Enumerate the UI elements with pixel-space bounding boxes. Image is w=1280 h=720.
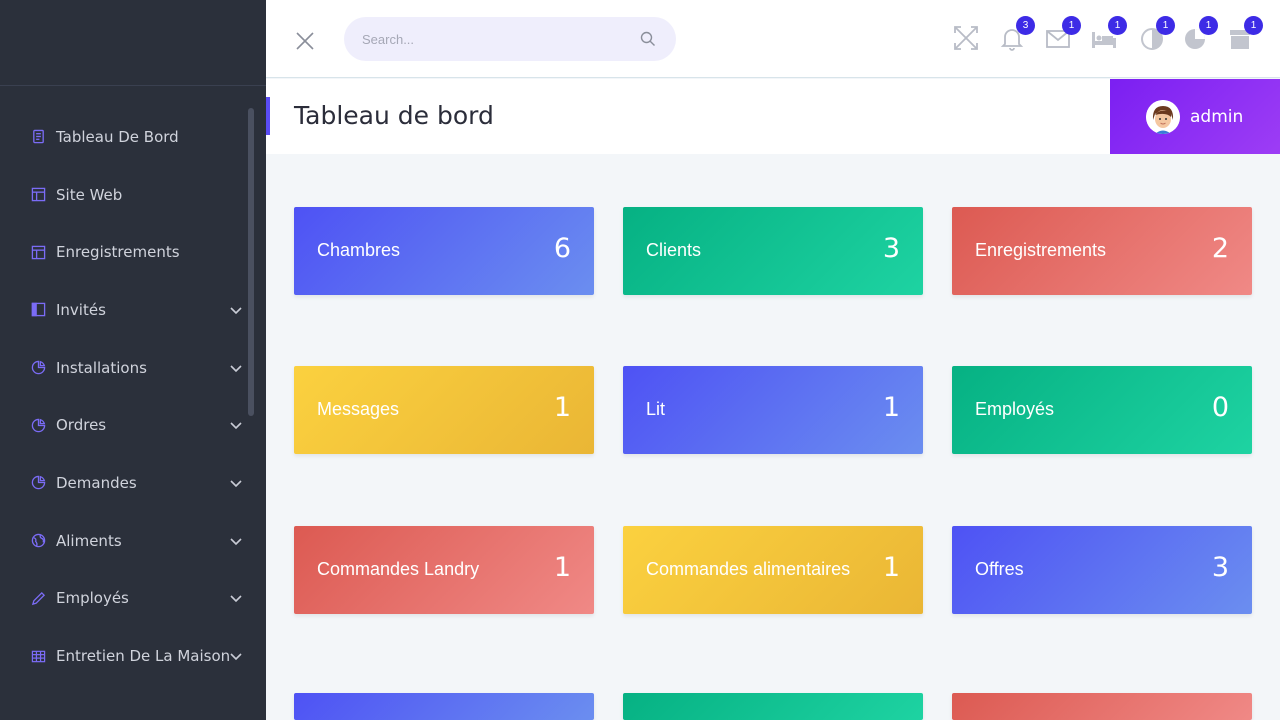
pencil-icon: [30, 590, 46, 606]
stat-card-commandes-alimentaires[interactable]: Commandes alimentaires 1: [623, 526, 923, 614]
chevron-down-icon: [229, 591, 243, 605]
sidebar-item-installations[interactable]: Installations: [0, 339, 248, 397]
chevron-down-icon: [229, 534, 243, 548]
bed-icon[interactable]: 1: [1090, 16, 1127, 52]
stat-card-offres[interactable]: Offres 3: [952, 526, 1252, 614]
stat-card-employes[interactable]: Employés 0: [952, 366, 1252, 454]
sidebar-item-entretien[interactable]: Entretien De La Maison: [0, 627, 248, 685]
search-icon[interactable]: [640, 31, 656, 47]
stat-card-clients[interactable]: Clients 3: [623, 207, 923, 295]
pie-chart-icon: [30, 417, 46, 433]
sidebar-menu: Tableau De Bord Site Web Enregistrements…: [0, 108, 248, 685]
document-icon: [30, 129, 46, 145]
pie-icon[interactable]: 1: [1181, 16, 1218, 52]
stat-card-lit[interactable]: Lit 1: [623, 366, 923, 454]
sidebar-item-enregistrements[interactable]: Enregistrements: [0, 223, 248, 281]
search-bar: [344, 17, 676, 61]
card-value: 3: [882, 233, 900, 264]
avatar: [1146, 99, 1180, 134]
sidebar-item-invites[interactable]: Invités: [0, 281, 248, 339]
notification-badge: 1: [1199, 16, 1218, 35]
card-value: 1: [882, 392, 900, 423]
stat-card-partial[interactable]: [294, 693, 594, 720]
user-menu[interactable]: admin: [1110, 79, 1280, 154]
card-label: Clients: [646, 240, 702, 260]
stat-card-enregistrements[interactable]: Enregistrements 2: [952, 207, 1252, 295]
card-label: Employés: [975, 399, 1055, 419]
topbar: 3 1 1 1 1 1: [266, 0, 1280, 78]
chevron-down-icon: [229, 303, 243, 317]
sidebar-item-ordres[interactable]: Ordres: [0, 396, 248, 454]
card-label: Lit: [646, 399, 666, 419]
notification-badge: 1: [1062, 16, 1081, 35]
card-value: 1: [882, 552, 900, 583]
user-name: admin: [1190, 106, 1244, 127]
stat-card-chambres[interactable]: Chambres 6: [294, 207, 594, 295]
title-accent-bar: [266, 97, 270, 135]
sidebar-item-site-web[interactable]: Site Web: [0, 166, 248, 224]
pie-chart-icon: [30, 360, 46, 376]
notification-badge: 1: [1244, 16, 1263, 35]
globe-icon: [30, 533, 46, 549]
sidebar-item-label: Tableau De Bord: [56, 127, 179, 146]
chevron-down-icon: [229, 476, 243, 490]
bell-icon[interactable]: 3: [998, 16, 1035, 52]
card-label: Offres: [975, 559, 1024, 579]
fullscreen-icon[interactable]: [952, 24, 980, 52]
search-input[interactable]: [344, 17, 614, 61]
card-value: 3: [1211, 552, 1229, 583]
sidebar-item-label: Aliments: [56, 531, 122, 550]
chevron-down-icon: [229, 361, 243, 375]
layout-icon: [30, 244, 46, 260]
close-icon[interactable]: [294, 30, 316, 52]
sidebar-item-label: Entretien De La Maison: [56, 647, 231, 666]
stat-card-commandes-landry[interactable]: Commandes Landry 1: [294, 526, 594, 614]
card-label: Chambres: [317, 240, 401, 260]
sidebar-logo-area: [0, 0, 266, 86]
layout-icon: [30, 187, 46, 203]
stat-card-partial[interactable]: [952, 693, 1252, 720]
card-label: Enregistrements: [975, 240, 1107, 260]
sidebar-item-tableau-de-bord[interactable]: Tableau De Bord: [0, 108, 248, 166]
card-value: 0: [1211, 392, 1229, 423]
sidebar: Tableau De Bord Site Web Enregistrements…: [0, 0, 266, 720]
sidebar-item-label: Installations: [56, 358, 147, 377]
notification-badge: 1: [1156, 16, 1175, 35]
sidebar-scrollbar[interactable]: [248, 108, 254, 416]
columns-icon: [30, 302, 46, 318]
sidebar-item-label: Employés: [56, 589, 129, 608]
sidebar-item-demandes[interactable]: Demandes: [0, 454, 248, 512]
stat-card-partial[interactable]: [623, 693, 923, 720]
chevron-down-icon: [229, 418, 243, 432]
sidebar-item-label: Invités: [56, 300, 106, 319]
notification-badge: 1: [1108, 16, 1127, 35]
pie-chart-icon: [30, 475, 46, 491]
chevron-down-icon: [229, 649, 243, 663]
card-label: Commandes alimentaires: [646, 559, 851, 579]
notification-badge: 3: [1016, 16, 1035, 35]
grid-icon: [30, 648, 46, 664]
sidebar-item-label: Demandes: [56, 473, 137, 492]
card-value: 2: [1211, 233, 1229, 264]
card-value: 6: [553, 233, 571, 264]
sidebar-item-label: Enregistrements: [56, 243, 180, 262]
page-title: Tableau de bord: [294, 101, 494, 130]
mail-icon[interactable]: 1: [1044, 16, 1081, 52]
stat-card-messages[interactable]: Messages 1: [294, 366, 594, 454]
box-icon[interactable]: 1: [1226, 16, 1263, 52]
sidebar-item-employes[interactable]: Employés: [0, 570, 248, 628]
card-label: Messages: [317, 399, 400, 419]
card-label: Commandes Landry: [317, 559, 480, 579]
page-header: Tableau de bord admin: [266, 79, 1280, 154]
half-circle-icon[interactable]: 1: [1138, 16, 1175, 52]
sidebar-item-label: Site Web: [56, 185, 123, 204]
card-value: 1: [553, 552, 571, 583]
card-value: 1: [553, 392, 571, 423]
sidebar-item-label: Ordres: [56, 416, 107, 435]
sidebar-item-aliments[interactable]: Aliments: [0, 512, 248, 570]
